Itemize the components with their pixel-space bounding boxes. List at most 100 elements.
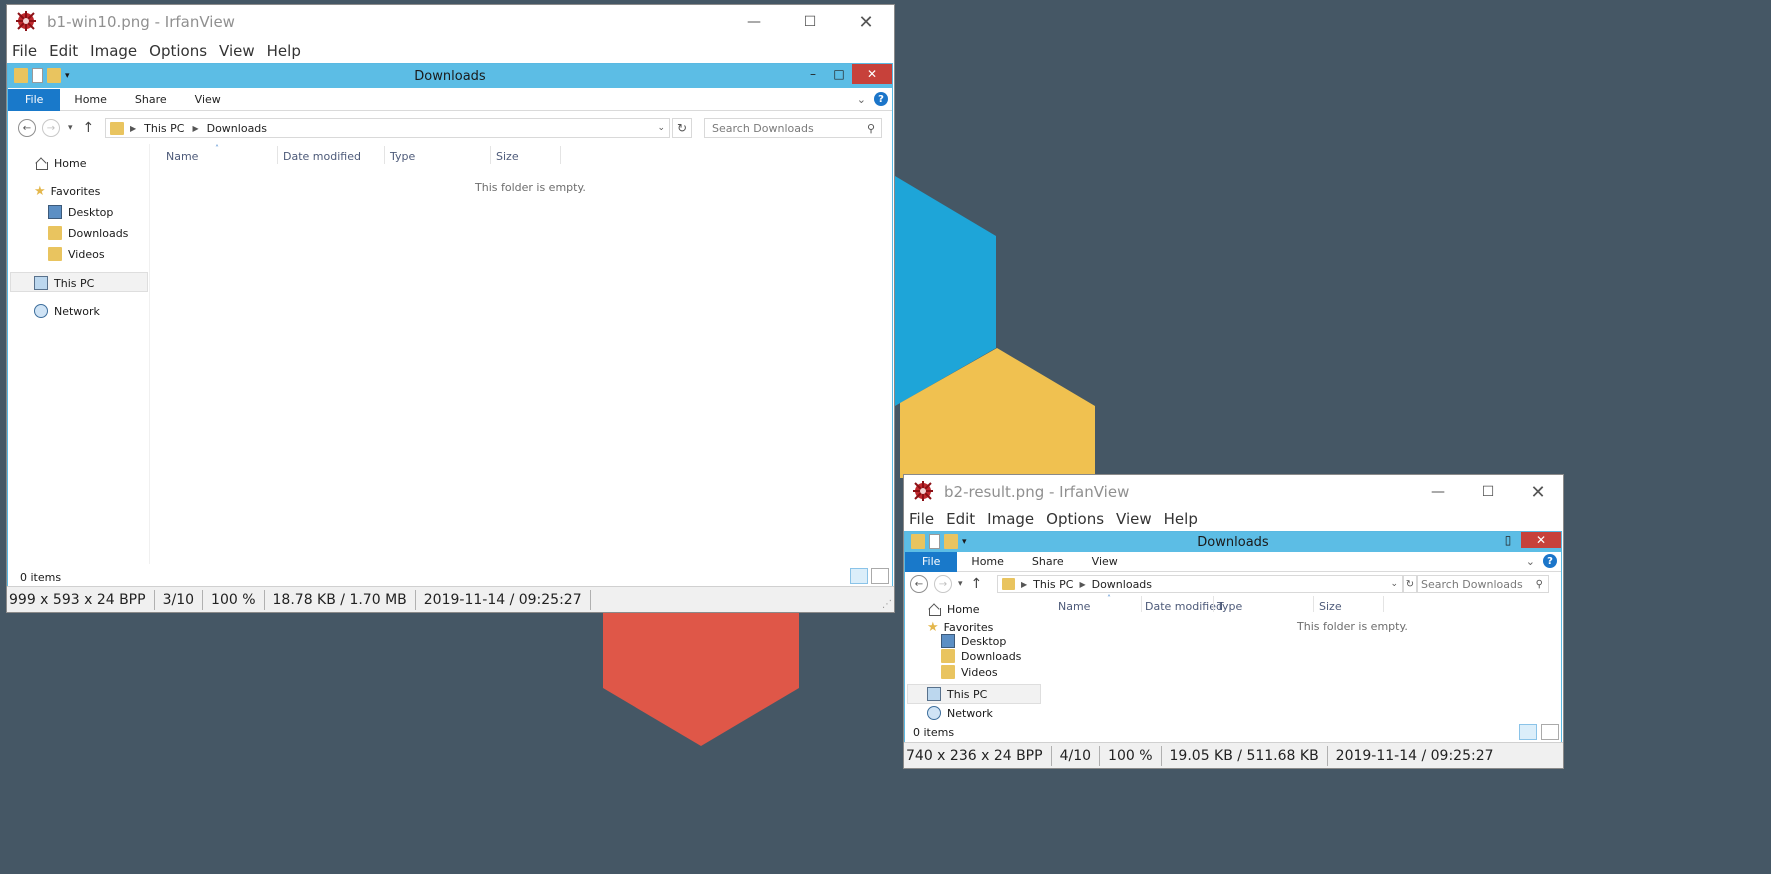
menu-file[interactable]: File [12,42,37,60]
ribbon: File Home Share View ⌄ ? [8,88,892,111]
desktop-icon [48,205,62,219]
details-view-icon [850,568,868,584]
breadcrumb-downloads: Downloads [206,121,268,135]
menu-file[interactable]: File [909,510,934,528]
maximize-button[interactable]: ☐ [782,5,838,39]
irfanview-window-1: b1-win10.png - IrfanView — ☐ ✕ File Edit… [6,4,895,613]
yellow-hexagon [900,348,1095,478]
item-count: 0 items [913,725,955,739]
sort-arrow-icon: ˄ [1107,594,1111,603]
column-date-modified: Date modified [1145,600,1223,613]
menu-view[interactable]: View [1116,510,1152,528]
address-row: ← → ▾ ↑ ▶ This PC ▶ Downloads ⌄ ↻ Search… [905,572,1561,596]
explorer-title-bar: ▾ Downloads – □ ✕ [8,64,892,88]
minimize-button[interactable]: — [1413,475,1463,509]
menu-help[interactable]: Help [267,42,301,60]
menu-image[interactable]: Image [90,42,137,60]
refresh-icon: ↻ [672,118,692,138]
explorer-close-icon: ✕ [852,64,892,84]
back-icon: ← [18,119,36,137]
irfanview-icon [912,480,936,504]
network-icon [34,304,48,318]
close-button[interactable]: ✕ [838,5,894,39]
tab-file: File [905,551,958,572]
nav-favorites: ★ Favorites [927,620,994,635]
menu-edit[interactable]: Edit [49,42,78,60]
tab-view: View [194,93,221,106]
ribbon: File Home Share View ⌄ ? [905,551,1561,572]
forward-icon: → [934,575,952,593]
window-title: b1-win10.png - IrfanView [47,13,235,31]
status-dimensions: 999 x 593 x 24 BPP [7,589,155,610]
downloads-folder-icon [1002,578,1015,590]
explorer-status-bar: 0 items [8,567,892,586]
downloads-folder-icon [110,121,124,135]
home-icon [927,602,941,616]
breadcrumb-this-pc: This PC [1033,577,1074,591]
irfanview-status-bar: 740 x 236 x 24 BPP 4/10 100 % 19.05 KB /… [904,742,1563,768]
empty-folder-message: This folder is empty. [475,181,586,194]
folder-icon [911,534,925,549]
desktop-icon [941,634,955,648]
close-button[interactable]: ✕ [1513,475,1563,509]
status-datetime: 2019-11-14 / 09:25:27 [1335,747,1494,764]
title-bar[interactable]: b1-win10.png - IrfanView — ☐ ✕ [7,5,894,39]
explorer-minimize-icon: – [810,67,816,81]
status-filesize: 18.78 KB / 1.70 MB [271,589,416,610]
videos-icon [941,665,955,679]
maximize-button[interactable]: ☐ [1463,475,1513,509]
irfanview-status-bar: 999 x 593 x 24 BPP 3/10 100 % 18.78 KB /… [7,586,894,612]
new-folder-icon [47,68,61,83]
nav-videos: Videos [941,665,998,679]
nav-desktop: Desktop [48,205,113,219]
nav-this-pc: This PC [34,276,94,290]
up-icon: ↑ [970,576,983,592]
properties-icon [32,68,43,83]
search-icon: ⚲ [866,121,875,135]
expand-ribbon-icon: ⌄ [856,92,866,106]
image-view: ▾ Downloads ▯ ✕ File Home Share View ⌄ ? [904,531,1563,743]
navigation-pane: Home ★ Favorites Desktop Downloads Videos… [905,596,1041,726]
column-date-modified: Date modified [283,150,361,163]
large-icons-view-icon [1541,724,1559,740]
irfanview-icon [15,10,39,34]
search-placeholder: Search Downloads [1421,577,1523,591]
address-dropdown-icon: ⌄ [657,123,665,133]
menu-image[interactable]: Image [987,510,1034,528]
chevron-down-icon: ▾ [65,70,70,81]
title-bar[interactable]: b2-result.png - IrfanView — ☐ ✕ [904,475,1563,509]
status-index: 3/10 [161,589,204,610]
nav-network: Network [34,304,100,318]
breadcrumb-downloads: Downloads [1091,577,1153,591]
status-index: 4/10 [1058,745,1101,766]
folder-icon [14,68,28,83]
minimize-button[interactable]: — [726,5,782,39]
help-icon: ? [874,92,888,106]
computer-icon [34,276,48,290]
resize-grip-icon[interactable]: ⋰ [882,599,892,610]
status-zoom: 100 % [1106,745,1162,766]
star-icon: ★ [34,184,46,199]
explorer-close-icon: ✕ [1521,532,1561,548]
expand-ribbon-icon: ⌄ [1525,554,1535,568]
column-name: Name [1058,600,1091,613]
address-bar: ▶ This PC ▶ Downloads ⌄ [997,575,1403,593]
home-icon [34,156,48,170]
tab-view: View [1091,555,1118,568]
explorer-status-bar: 0 items [905,722,1561,742]
menu-edit[interactable]: Edit [946,510,975,528]
recent-chevron-icon: ▾ [68,123,73,133]
sort-arrow-icon: ˄ [215,144,219,153]
menu-help[interactable]: Help [1164,510,1198,528]
explorer-maximize-icon: □ [833,67,845,81]
menu-options[interactable]: Options [1046,510,1104,528]
nav-videos: Videos [48,247,105,261]
address-dropdown-icon: ⌄ [1390,579,1398,589]
back-icon: ← [910,575,928,593]
breadcrumb-this-pc: This PC [144,121,185,135]
menu-options[interactable]: Options [149,42,207,60]
up-icon: ↑ [82,120,95,136]
explorer-screenshot: ▾ Downloads ▯ ✕ File Home Share View ⌄ ? [904,531,1562,743]
menu-view[interactable]: View [219,42,255,60]
window-title: b2-result.png - IrfanView [944,483,1130,501]
